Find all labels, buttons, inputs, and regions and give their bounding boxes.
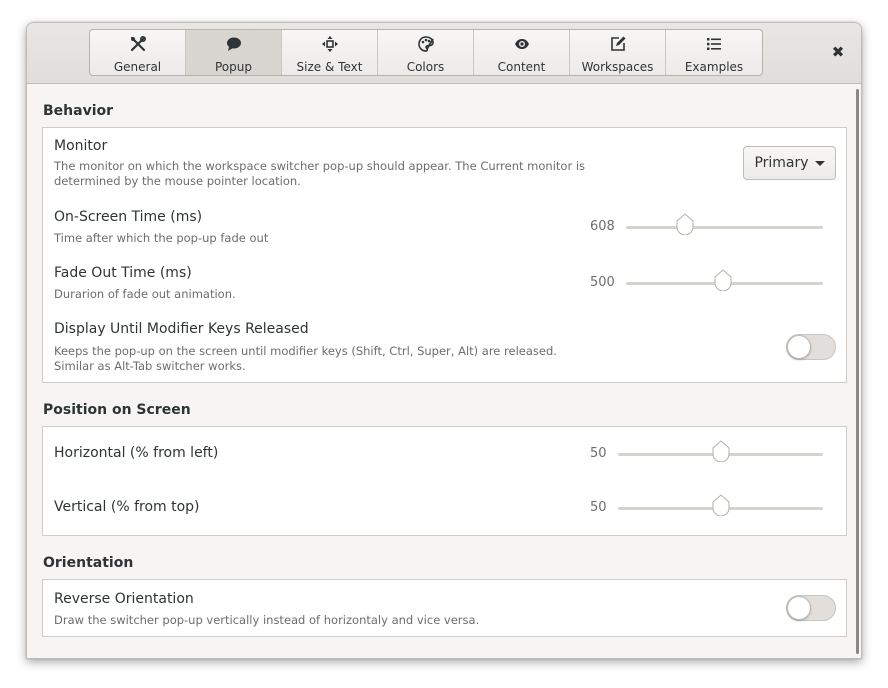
reverse-orientation-title: Reverse Orientation: [54, 591, 194, 607]
speech-bubble-icon: [226, 34, 242, 54]
vertical-value: 50: [590, 500, 607, 515]
close-button[interactable]: ✖: [829, 43, 847, 61]
reverse-orientation-toggle[interactable]: [786, 595, 836, 621]
tab-label: Popup: [215, 60, 252, 74]
tab-label: Examples: [684, 60, 744, 74]
edit-icon: [610, 34, 626, 54]
eye-icon: [514, 34, 530, 54]
close-icon: ✖: [831, 43, 845, 61]
display-until-toggle[interactable]: [786, 334, 836, 360]
on-screen-time-value: 608: [590, 219, 615, 234]
reverse-orientation-description: Draw the switcher pop-up vertically inst…: [54, 613, 480, 627]
monitor-dropdown[interactable]: Primary: [743, 146, 836, 180]
slider-handle[interactable]: [711, 494, 731, 516]
display-until-description: Keeps the pop-up on the screen until mod…: [54, 344, 557, 373]
chevron-down-icon: [814, 160, 825, 166]
on-screen-time-description: Time after which the pop-up fade out: [54, 231, 269, 245]
palette-icon: [417, 34, 434, 54]
monitor-title: Monitor: [54, 138, 108, 154]
fade-out-time-value: 500: [590, 275, 615, 290]
vertical-row: Vertical (% from top) 50: [43, 481, 846, 537]
tab-label: Size & Text: [296, 60, 363, 74]
reverse-orientation-row: Reverse Orientation Draw the switcher po…: [43, 580, 846, 638]
tab-label: Workspaces: [581, 60, 654, 74]
slider-handle[interactable]: [713, 269, 733, 291]
horizontal-row: Horizontal (% from left) 50: [43, 427, 846, 481]
monitor-dropdown-value: Primary: [754, 155, 809, 171]
on-screen-time-title: On-Screen Time (ms): [54, 209, 203, 225]
tab-workspaces[interactable]: Workspaces: [570, 30, 666, 75]
tools-icon: [130, 34, 146, 54]
section-title-behavior: Behavior: [43, 103, 114, 119]
header-bar: General Popup Size & Text Colors Content…: [27, 23, 861, 84]
fade-out-time-title: Fade Out Time (ms): [54, 265, 192, 281]
position-frame: Horizontal (% from left) 50 Vertical (% …: [42, 426, 847, 536]
slider-track: [626, 226, 823, 229]
list-icon: [706, 34, 722, 54]
tab-popup[interactable]: Popup: [186, 30, 282, 75]
horizontal-title: Horizontal (% from left): [54, 445, 219, 461]
monitor-row: Monitor The monitor on which the workspa…: [43, 128, 846, 198]
section-title-orientation: Orientation: [43, 555, 134, 571]
behavior-frame: Monitor The monitor on which the workspa…: [42, 127, 847, 383]
move-icon: [321, 34, 338, 54]
tab-general[interactable]: General: [90, 30, 186, 75]
scrollbar[interactable]: [856, 89, 859, 654]
tab-label: General: [113, 60, 162, 74]
section-title-position: Position on Screen: [43, 402, 191, 418]
display-until-row: Display Until Modifier Keys Released Kee…: [43, 310, 846, 384]
display-until-title: Display Until Modifier Keys Released: [54, 321, 309, 337]
orientation-frame: Reverse Orientation Draw the switcher po…: [42, 579, 847, 637]
tab-colors[interactable]: Colors: [378, 30, 474, 75]
on-screen-time-row: On-Screen Time (ms) Time after which the…: [43, 198, 846, 254]
tab-label: Content: [497, 60, 546, 74]
slider-handle[interactable]: [675, 213, 695, 235]
toggle-knob: [787, 335, 811, 359]
horizontal-value: 50: [590, 446, 607, 461]
slider-handle[interactable]: [711, 440, 731, 462]
preferences-window: General Popup Size & Text Colors Content…: [26, 22, 862, 659]
tab-label: Colors: [406, 60, 445, 74]
tab-size-text[interactable]: Size & Text: [282, 30, 378, 75]
fade-out-time-description: Durarion of fade out animation.: [54, 287, 236, 301]
vertical-title: Vertical (% from top): [54, 499, 200, 515]
fade-out-time-row: Fade Out Time (ms) Durarion of fade out …: [43, 254, 846, 310]
tab-bar: General Popup Size & Text Colors Content…: [89, 29, 763, 76]
tab-examples[interactable]: Examples: [666, 30, 762, 75]
monitor-description: The monitor on which the workspace switc…: [54, 159, 586, 188]
toggle-knob: [787, 596, 811, 620]
tab-content[interactable]: Content: [474, 30, 570, 75]
